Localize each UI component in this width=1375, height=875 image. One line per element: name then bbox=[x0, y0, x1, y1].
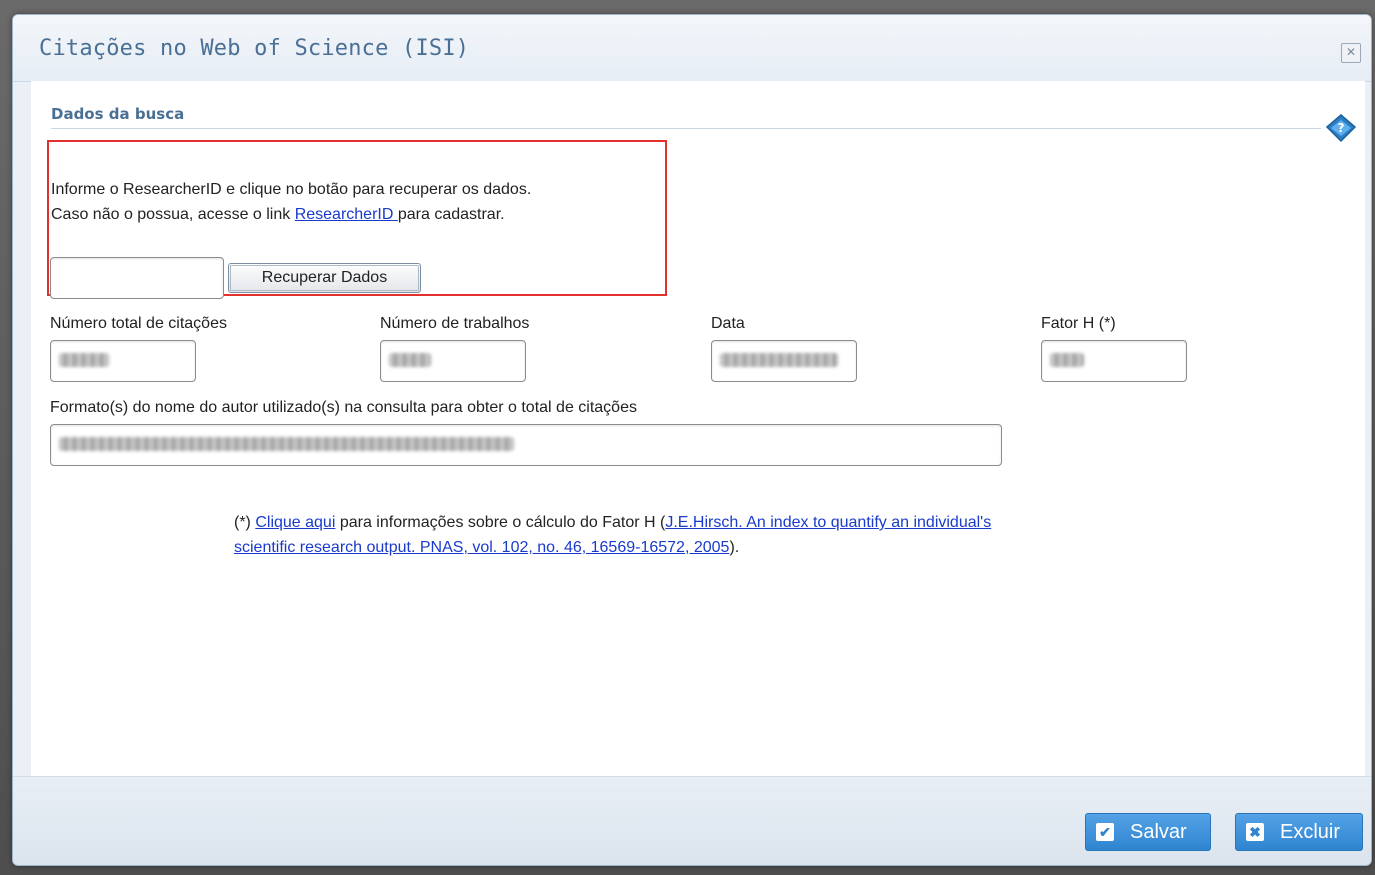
help-book-icon[interactable]: ? bbox=[1323, 111, 1357, 145]
dialog-content: Dados da busca ? Informe o ResearcherID … bbox=[31, 81, 1365, 777]
hirsch-reference-link-cont[interactable]: scientific research output. PNAS, vol. 1… bbox=[234, 539, 729, 556]
instruction-line-1: Informe o ResearcherID e clique no botão… bbox=[51, 181, 532, 198]
researcherid-input[interactable] bbox=[50, 257, 224, 299]
note-prefix: (*) bbox=[234, 514, 256, 531]
dialog-title: Citações no Web of Science (ISI) bbox=[39, 36, 470, 61]
note-suffix: ). bbox=[729, 539, 740, 556]
redacted-value bbox=[389, 353, 431, 367]
click-here-link[interactable]: Clique aqui bbox=[255, 514, 335, 531]
dialog-footer: ✔ Salvar ✖ Excluir bbox=[13, 776, 1371, 865]
retrieve-data-button[interactable]: Recuperar Dados bbox=[228, 263, 421, 293]
h-factor-label: Fator H (*) bbox=[1041, 315, 1116, 332]
num-works-label: Número de trabalhos bbox=[380, 315, 530, 332]
svg-text:?: ? bbox=[1338, 121, 1345, 135]
instruction-prefix: Caso não o possua, acesse o link bbox=[51, 206, 295, 223]
author-formats-field[interactable] bbox=[50, 424, 1002, 466]
citations-dialog: Citações no Web of Science (ISI) ✕ Dados… bbox=[12, 14, 1372, 866]
total-citations-label: Número total de citações bbox=[50, 315, 227, 332]
h-factor-note-line-2: scientific research output. PNAS, vol. 1… bbox=[234, 539, 739, 557]
delete-button[interactable]: ✖ Excluir bbox=[1235, 813, 1363, 851]
delete-label: Excluir bbox=[1280, 821, 1341, 843]
h-factor-note-line-1: (*) Clique aqui para informações sobre o… bbox=[234, 514, 991, 532]
hirsch-reference-link[interactable]: J.E.Hirsch. An index to quantify an indi… bbox=[665, 514, 991, 531]
date-label: Data bbox=[711, 315, 745, 332]
section-divider bbox=[51, 128, 1321, 129]
save-label: Salvar bbox=[1130, 821, 1187, 843]
section-title: Dados da busca bbox=[51, 105, 185, 123]
redacted-value bbox=[720, 353, 838, 367]
redacted-value bbox=[1050, 353, 1084, 367]
date-field[interactable] bbox=[711, 340, 857, 382]
total-citations-field[interactable] bbox=[50, 340, 196, 382]
h-factor-field[interactable] bbox=[1041, 340, 1187, 382]
num-works-field[interactable] bbox=[380, 340, 526, 382]
section-header: Dados da busca ? bbox=[31, 81, 1365, 143]
close-icon[interactable]: ✕ bbox=[1341, 43, 1361, 63]
author-formats-label: Formato(s) do nome do autor utilizado(s)… bbox=[50, 399, 637, 416]
x-icon: ✖ bbox=[1246, 823, 1264, 841]
researcherid-link[interactable]: ResearcherID bbox=[295, 206, 398, 223]
check-icon: ✔ bbox=[1096, 823, 1114, 841]
instruction-suffix: para cadastrar. bbox=[397, 206, 505, 223]
redacted-value bbox=[59, 437, 514, 451]
redacted-value bbox=[59, 353, 109, 367]
save-button[interactable]: ✔ Salvar bbox=[1085, 813, 1211, 851]
dialog-titlebar: Citações no Web of Science (ISI) ✕ bbox=[13, 15, 1371, 82]
note-middle: para informações sobre o cálculo do Fato… bbox=[335, 514, 666, 531]
instruction-line-2: Caso não o possua, acesse o link Researc… bbox=[51, 206, 505, 224]
